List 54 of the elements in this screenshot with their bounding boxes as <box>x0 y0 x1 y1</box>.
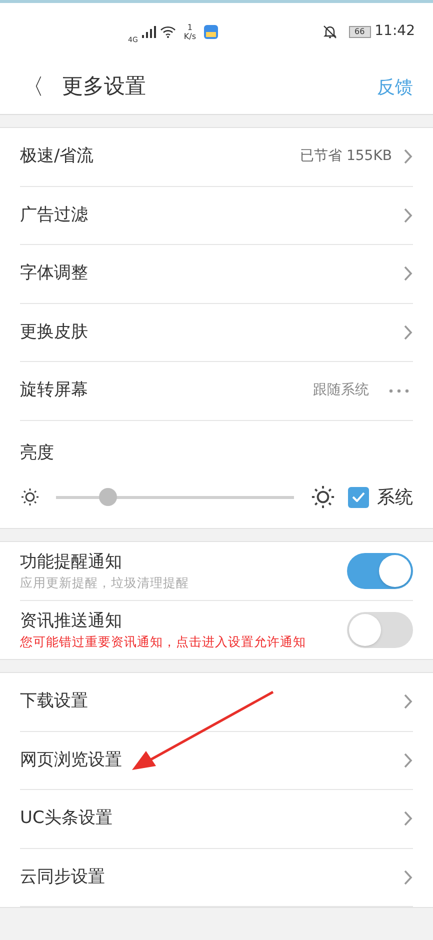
row-label: 字体调整 <box>20 262 88 285</box>
row-label: UC头条设置 <box>20 807 112 830</box>
settings-row[interactable]: 资讯推送通知 您可能错过重要资讯通知，点击进入设置允许通知 <box>20 600 413 659</box>
settings-row[interactable]: UC头条设置 <box>20 790 413 848</box>
row-label: 极速/省流 <box>20 145 94 168</box>
settings-row[interactable]: 更换皮肤 <box>20 304 413 362</box>
settings-row[interactable]: 旋转屏幕 跟随系统 <box>20 362 413 420</box>
back-button[interactable]: 〈 <box>22 70 44 104</box>
row-label: 亮度 <box>20 442 55 464</box>
chevron-right-icon <box>404 266 413 282</box>
row-label: 功能提醒通知 <box>20 550 123 574</box>
row-label: 资讯推送通知 <box>20 610 123 633</box>
system-checkbox[interactable] <box>348 486 369 508</box>
row-label: 更换皮肤 <box>20 320 88 344</box>
row-value: 已节省 155KB <box>300 147 392 166</box>
chevron-right-icon <box>404 811 413 826</box>
speed-value: 1 <box>187 22 192 32</box>
settings-row[interactable]: 下载设置 <box>20 673 413 732</box>
wifi-icon <box>160 26 176 38</box>
settings-row[interactable]: 广告过滤 <box>20 186 413 245</box>
speed-unit: K/s <box>184 32 196 40</box>
chevron-right-icon <box>404 324 413 340</box>
row-subtitle: 您可能错过重要资讯通知，点击进入设置允许通知 <box>20 632 307 651</box>
chevron-right-icon <box>404 752 413 768</box>
brightness-slider[interactable] <box>56 487 294 507</box>
toggle-switch[interactable] <box>347 612 413 648</box>
mute-bell-icon <box>322 24 337 38</box>
chevron-right-icon <box>404 870 413 885</box>
toggle-switch[interactable] <box>347 552 413 589</box>
settings-row[interactable]: 功能提醒通知 应用更新提醒，垃圾清理提醒 <box>20 542 413 600</box>
row-label: 云同步设置 <box>20 866 105 888</box>
more-icon[interactable] <box>389 388 409 393</box>
slider-thumb[interactable] <box>99 488 118 506</box>
sun-icon <box>310 484 336 510</box>
page-title: 更多设置 <box>62 73 146 100</box>
chevron-right-icon <box>404 208 413 223</box>
battery-icon: 66 <box>348 26 371 38</box>
settings-row[interactable]: 云同步设置 <box>20 848 413 907</box>
checkbox-label: 系统 <box>377 486 413 510</box>
row-label: 广告过滤 <box>20 204 88 226</box>
row-label: 下载设置 <box>20 690 88 713</box>
check-icon <box>352 492 365 502</box>
row-value: 跟随系统 <box>313 381 369 400</box>
chevron-right-icon <box>404 149 413 164</box>
row-label: 网页浏览设置 <box>20 748 122 772</box>
row-label: 旋转屏幕 <box>20 379 88 402</box>
sun-icon <box>20 487 40 507</box>
row-subtitle: 应用更新提醒，垃圾清理提醒 <box>20 574 190 592</box>
settings-row[interactable]: 字体调整 <box>20 245 413 304</box>
settings-row[interactable]: 极速/省流 已节省 155KB <box>20 128 413 186</box>
app-icon <box>204 24 218 38</box>
clock: 11:42 <box>374 22 415 41</box>
chevron-right-icon <box>404 694 413 710</box>
signal-icon <box>142 26 156 38</box>
